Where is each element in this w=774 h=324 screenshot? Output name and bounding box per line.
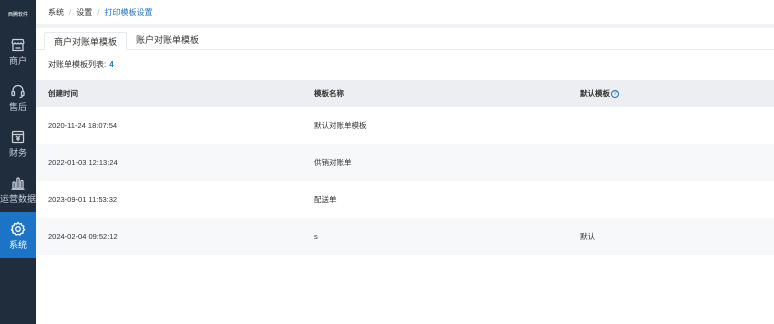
sidebar-item-label: 商户 (8, 55, 27, 66)
content-panel: 商户对账单模板 账户对账单模板 对账单模板列表: 4 创建时间 模板名称 默认模板… (36, 28, 774, 324)
template-table: 创建时间 模板名称 默认模板? 2020-11-24 18:07:54 默认对账… (36, 80, 774, 255)
template-count-value: 4 (109, 60, 114, 69)
cell-created-time: 2023-09-01 11:53:32 (36, 181, 302, 218)
sidebar-item-system[interactable]: 系统 (0, 212, 36, 258)
column-header-default-template: 默认模板? (568, 80, 774, 107)
column-header-template-name: 模板名称 (302, 80, 568, 107)
help-icon[interactable]: ? (611, 90, 619, 99)
table-header-row: 创建时间 模板名称 默认模板? (36, 80, 774, 107)
cell-default (568, 181, 774, 218)
sidebar-item-aftersale[interactable]: 售后 (0, 74, 36, 120)
gear-icon (10, 221, 26, 237)
sidebar-item-label: 售后 (8, 101, 27, 112)
finance-icon (10, 129, 26, 145)
tab-merchant-statement-template[interactable]: 商户对账单模板 (44, 32, 128, 50)
table-row[interactable]: 2024-02-04 09:52:12 s 默认 (36, 218, 774, 255)
tab-bar: 商户对账单模板 账户对账单模板 (36, 28, 774, 50)
headset-icon (10, 83, 26, 99)
sidebar-item-merchant[interactable]: 商户 (0, 28, 36, 74)
app-root: 西腾软件 商户 售后 财务 运营数据 系统 系统 / 设置 / 打印模板设置 商… (0, 0, 774, 324)
breadcrumb-item-current: 打印模板设置 (104, 7, 153, 17)
table-row[interactable]: 2020-11-24 18:07:54 默认对账单模板 (36, 107, 774, 144)
table-row[interactable]: 2022-01-03 12:13:24 供销对账单 (36, 144, 774, 181)
cell-created-time: 2024-02-04 09:52:12 (36, 218, 302, 255)
breadcrumb: 系统 / 设置 / 打印模板设置 (36, 0, 774, 24)
breadcrumb-separator: / (69, 7, 72, 17)
cell-template-name: s (302, 218, 568, 255)
breadcrumb-separator: / (97, 7, 100, 17)
cell-template-name: 配送单 (302, 181, 568, 218)
logo: 西腾软件 (0, 0, 36, 28)
breadcrumb-item-system[interactable]: 系统 (48, 7, 64, 18)
bar-chart-icon (10, 175, 26, 191)
cell-default: 默认 (568, 218, 774, 255)
tab-account-statement-template[interactable]: 账户对账单模板 (127, 31, 208, 49)
cell-template-name: 默认对账单模板 (302, 107, 568, 144)
main-area: 系统 / 设置 / 打印模板设置 商户对账单模板 账户对账单模板 对账单模板列表… (36, 0, 774, 324)
sidebar-item-label: 运营数据 (0, 193, 37, 204)
sidebar-item-finance[interactable]: 财务 (0, 120, 36, 166)
cell-created-time: 2022-01-03 12:13:24 (36, 144, 302, 181)
breadcrumb-item-settings[interactable]: 设置 (76, 7, 92, 18)
template-count-label: 对账单模板列表: (48, 60, 107, 69)
table-row[interactable]: 2023-09-01 11:53:32 配送单 (36, 181, 774, 218)
sidebar: 西腾软件 商户 售后 财务 运营数据 系统 (0, 0, 36, 324)
store-icon (10, 37, 26, 53)
sidebar-item-operations-data[interactable]: 运营数据 (0, 166, 36, 212)
sidebar-item-label: 财务 (8, 147, 27, 158)
logo-text: 西腾软件 (7, 11, 28, 18)
cell-created-time: 2020-11-24 18:07:54 (36, 107, 302, 144)
cell-default (568, 107, 774, 144)
cell-template-name: 供销对账单 (302, 144, 568, 181)
column-header-created-time: 创建时间 (36, 80, 302, 107)
column-header-default-label: 默认模板 (580, 89, 610, 98)
template-count: 对账单模板列表: 4 (36, 50, 774, 80)
cell-default (568, 144, 774, 181)
sidebar-item-label: 系统 (8, 239, 27, 250)
